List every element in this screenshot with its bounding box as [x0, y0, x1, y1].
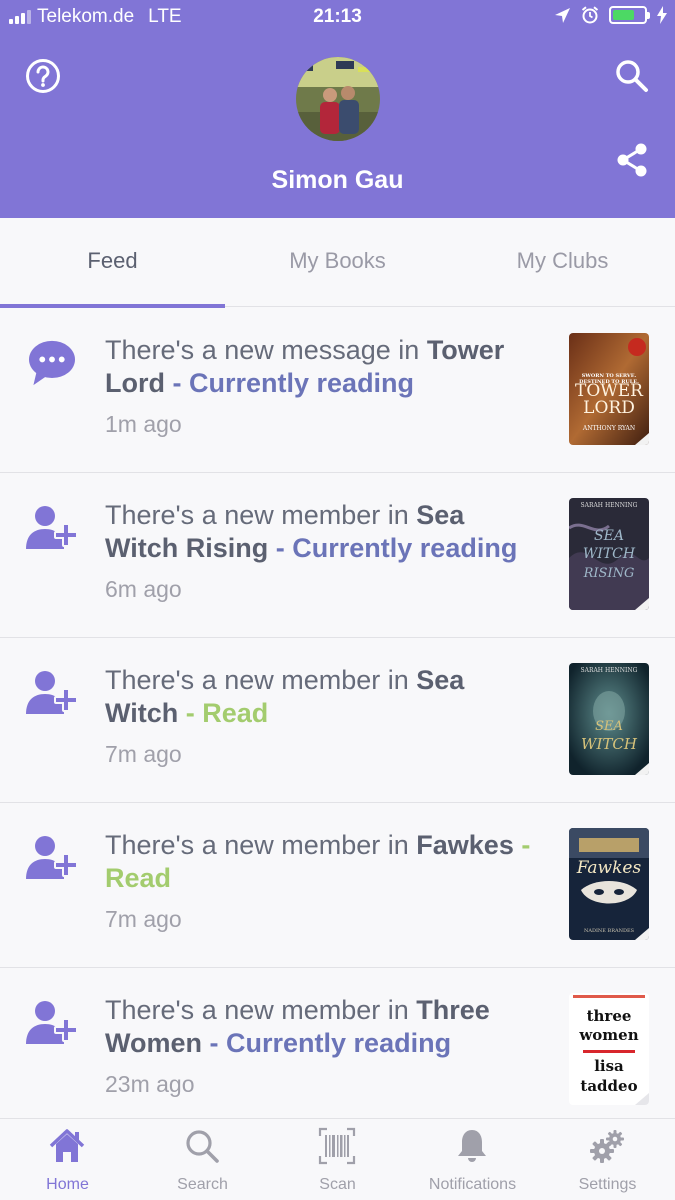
cover-title-line: women [579, 1026, 639, 1044]
tab-label: My Books [289, 248, 386, 273]
charging-bolt-icon [657, 6, 667, 24]
separator: - [513, 830, 531, 860]
gear-icon [590, 1130, 624, 1163]
avatar[interactable] [296, 57, 380, 141]
feed-item[interactable]: There's a new member in Fawkes - Read 7m… [0, 803, 675, 968]
cover-title-line: WITCH [581, 735, 637, 753]
location-arrow-icon [555, 7, 570, 23]
add-user-icon [26, 506, 78, 549]
shelf-status: Read [105, 863, 172, 893]
feed-item[interactable]: There's a new member in Three Women - Cu… [0, 968, 675, 1133]
cover-title-line: LORD [583, 398, 635, 418]
feed-item[interactable]: There's a new member in Sea Witch Rising… [0, 473, 675, 638]
search-icon [616, 60, 648, 92]
feed-prefix: There's a new member in [105, 500, 417, 530]
tab-my-books[interactable]: My Books [225, 218, 450, 307]
feed-prefix: There's a new member in [105, 830, 417, 860]
bottom-navigation: Home Search Scan Notifications Settings [0, 1118, 675, 1200]
nav-settings[interactable]: Settings [540, 1119, 675, 1200]
cover-title-line: SEA [595, 719, 623, 734]
cover-author: SARAH HENNING [580, 667, 638, 674]
shelf-status: Read [202, 698, 269, 728]
nav-scan[interactable]: Scan [270, 1119, 405, 1200]
cover-title-line: WITCH [582, 546, 636, 562]
feed-item[interactable]: There's a new member in Sea Witch - Read… [0, 638, 675, 803]
book-cover[interactable]: SARAH HENNING SEA WITCH RISING [569, 498, 649, 610]
status-bar: Telekom.de LTE 21:13 [0, 0, 675, 34]
tab-my-clubs[interactable]: My Clubs [450, 218, 675, 307]
alarm-icon [581, 6, 599, 24]
activity-feed: There's a new message in Tower Lord - Cu… [0, 308, 675, 1133]
add-user-icon [26, 1001, 78, 1044]
separator: - [268, 533, 293, 563]
feed-message: There's a new member in Fawkes - Read [105, 829, 545, 895]
tab-label: My Clubs [516, 248, 609, 273]
separator: - [202, 1028, 227, 1058]
timestamp: 23m ago [105, 1071, 195, 1097]
profile-name: Simon Gau [271, 166, 404, 194]
nav-home[interactable]: Home [0, 1119, 135, 1200]
tab-label: Feed [87, 248, 138, 273]
help-button[interactable] [25, 58, 61, 94]
feed-message: There's a new member in Sea Witch - Read [105, 664, 545, 730]
timestamp: 7m ago [105, 741, 182, 767]
nav-label: Settings [578, 1176, 637, 1193]
barcode-icon [318, 1127, 356, 1165]
feed-prefix: There's a new member in [105, 665, 417, 695]
cover-title-line: SEA [594, 528, 624, 544]
question-circle-icon [26, 59, 60, 93]
share-icon [617, 143, 647, 177]
tab-feed[interactable]: Feed [0, 218, 225, 308]
book-title: Fawkes [416, 830, 514, 860]
nav-label: Home [46, 1176, 89, 1193]
feed-message: There's a new member in Three Women - Cu… [105, 994, 545, 1060]
nav-search[interactable]: Search [135, 1119, 270, 1200]
search-button[interactable] [614, 58, 650, 94]
cover-author: ANTHONY RYAN [582, 425, 636, 432]
separator: - [178, 698, 203, 728]
nav-label: Scan [319, 1176, 356, 1193]
add-user-icon [26, 836, 78, 879]
add-user-icon [26, 671, 78, 714]
timestamp: 1m ago [105, 411, 182, 437]
shelf-status: Currently reading [226, 1028, 452, 1058]
shelf-status: Currently reading [189, 368, 415, 398]
cover-title-line: Fawkes [576, 858, 642, 878]
tab-bar: Feed My Books My Clubs [0, 218, 675, 308]
timestamp: 6m ago [105, 576, 182, 602]
profile-header: Telekom.de LTE 21:13 Simon Gau [0, 0, 675, 218]
battery-icon [609, 6, 650, 24]
feed-item[interactable]: There's a new message in Tower Lord - Cu… [0, 308, 675, 473]
nav-label: Search [177, 1176, 228, 1193]
book-cover[interactable]: Fawkes NADINE BRANDES [569, 828, 649, 940]
timestamp: 7m ago [105, 906, 182, 932]
shelf-status: Currently reading [292, 533, 518, 563]
feed-message: There's a new message in Tower Lord - Cu… [105, 334, 545, 400]
feed-prefix: There's a new message in [105, 335, 427, 365]
cover-title-line: RISING [583, 566, 635, 581]
share-button[interactable] [614, 142, 650, 178]
cover-title-line: three [586, 1007, 632, 1025]
book-cover[interactable]: SARAH HENNING SEA WITCH [569, 663, 649, 775]
cover-author-line: lisa [594, 1057, 624, 1075]
home-icon [49, 1129, 85, 1162]
search-icon [186, 1130, 219, 1163]
cover-author: NADINE BRANDES [583, 928, 635, 934]
book-cover[interactable]: SWORN TO SERVE. DESTINED TO RULE. TOWER … [569, 333, 649, 445]
cover-author-line: taddeo [580, 1077, 638, 1095]
bell-icon [458, 1130, 486, 1162]
separator: - [165, 368, 189, 398]
nav-label: Notifications [428, 1176, 517, 1193]
chat-bubble-icon [29, 340, 75, 386]
cover-author: SARAH HENNING [580, 502, 638, 509]
book-cover[interactable]: three women lisa taddeo [569, 993, 649, 1105]
feed-message: There's a new member in Sea Witch Rising… [105, 499, 545, 565]
nav-notifications[interactable]: Notifications [405, 1119, 540, 1200]
feed-prefix: There's a new member in [105, 995, 417, 1025]
